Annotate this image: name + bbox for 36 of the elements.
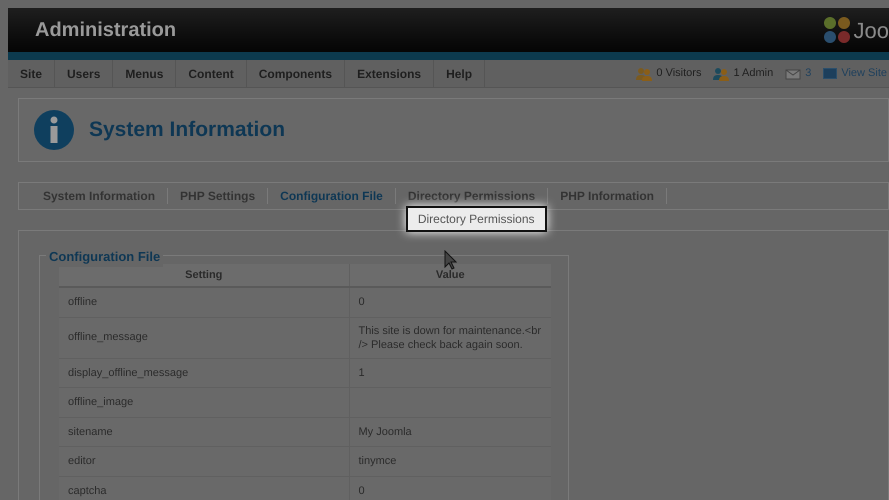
table-cell: offline_message: [59, 317, 349, 358]
table-cell: 0: [349, 476, 551, 500]
menu-item[interactable]: Help: [434, 60, 486, 87]
table-cell: My Joomla: [349, 417, 551, 446]
column-header: Setting: [59, 264, 349, 287]
users-icon: [713, 66, 730, 80]
table-cell: 1: [349, 358, 551, 388]
tab[interactable]: Configuration File: [268, 187, 395, 205]
envelope-icon: [785, 67, 802, 80]
menu-item[interactable]: Content: [176, 60, 247, 87]
column-header: Value: [349, 264, 551, 287]
table-cell: This site is down for maintenance.<br /> Please check back again soon.: [349, 317, 551, 358]
view-site-link[interactable]: View Site: [841, 65, 887, 82]
menu-item[interactable]: Users: [55, 60, 114, 87]
status-text[interactable]: 3: [805, 65, 812, 82]
monitor-icon: [823, 68, 838, 79]
table-cell: offline_image: [59, 388, 349, 417]
menu-item[interactable]: Menus: [113, 60, 176, 87]
menu-item[interactable]: Extensions: [345, 60, 434, 87]
logo-icon: [822, 15, 852, 45]
users-icon: [636, 66, 652, 80]
logo-text: Joo: [854, 16, 889, 44]
menu-item[interactable]: Components: [246, 60, 346, 87]
menu-item[interactable]: Site: [8, 60, 56, 87]
page-title: System Information: [89, 117, 286, 144]
table-cell: offline: [59, 287, 349, 317]
table-cell: tinymce: [349, 446, 551, 476]
status-text: 0 Visitors: [656, 66, 702, 82]
callout-label: Directory Permissions: [418, 212, 535, 226]
status-text: 1 Admin: [733, 66, 774, 82]
table-cell: captcha: [59, 476, 349, 500]
header-title: Administration: [35, 18, 176, 43]
info-icon: [33, 109, 75, 151]
table-cell: editor: [59, 446, 349, 476]
table-cell: 0: [349, 287, 551, 317]
cursor-icon: [444, 250, 457, 270]
